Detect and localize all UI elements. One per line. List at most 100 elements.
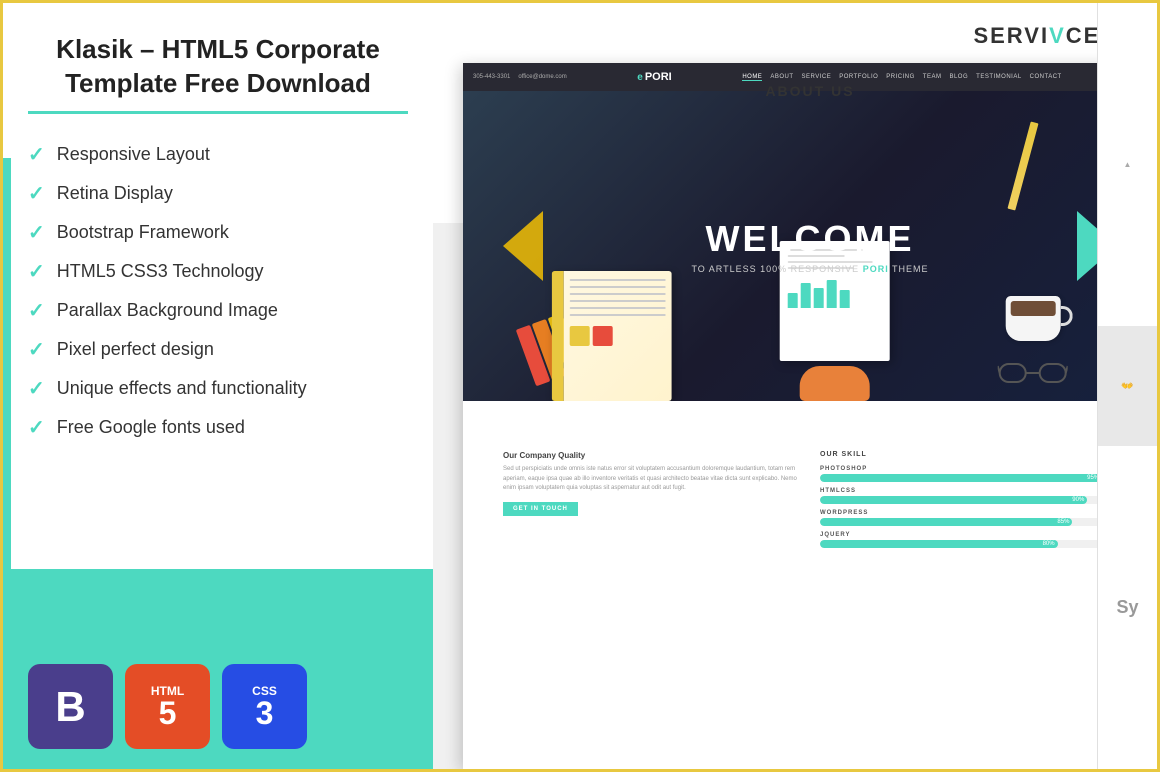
feature-label: Responsive Layout bbox=[57, 144, 210, 165]
coffee-handle bbox=[1061, 306, 1073, 326]
skill-bar-fill: 85% bbox=[820, 518, 1072, 526]
notebook-line bbox=[570, 286, 666, 288]
check-icon: ✓ bbox=[28, 376, 45, 401]
doc-chart bbox=[788, 278, 882, 308]
list-item: ✓ HTML5 CSS3 Technology bbox=[28, 259, 408, 284]
badges-row: B HTML 5 CSS 3 bbox=[28, 664, 408, 749]
feature-label: Unique effects and functionality bbox=[57, 378, 307, 399]
check-icon: ✓ bbox=[28, 220, 45, 245]
skill-label: PHOTOSHOP bbox=[820, 466, 1117, 472]
hero-subtitle: TO ARTLESS 100% RESPONSIVE PORI THEME bbox=[691, 264, 928, 274]
skill-row-wordpress: WORDPRESS 85% bbox=[820, 510, 1117, 526]
feature-label: Bootstrap Framework bbox=[57, 222, 229, 243]
check-icon: ✓ bbox=[28, 337, 45, 362]
hand-illustration bbox=[800, 366, 870, 401]
coffee-liquid bbox=[1011, 301, 1056, 316]
notebook-line bbox=[570, 300, 666, 302]
list-item: ✓ Free Google fonts used bbox=[28, 415, 408, 440]
check-icon: ✓ bbox=[28, 142, 45, 167]
page-container: Klasik – HTML5 Corporate Template Free D… bbox=[3, 3, 1157, 769]
coffee-illustration bbox=[998, 296, 1068, 391]
notebook-illustration bbox=[552, 271, 672, 401]
skill-bar-fill: 80% bbox=[820, 540, 1058, 548]
skill-bar-fill: 90% bbox=[820, 496, 1087, 504]
notebook-line bbox=[570, 293, 666, 295]
skill-label: WORDPRESS bbox=[820, 510, 1117, 516]
check-icon: ✓ bbox=[28, 298, 45, 323]
skill-bar: 85% bbox=[820, 518, 1117, 526]
right-edge-symbol: Sy bbox=[1098, 446, 1157, 769]
skill-bar-fill: 95% bbox=[820, 474, 1102, 482]
about-left-column: Our Company Quality Sed ut perspiciatis … bbox=[503, 451, 800, 554]
list-item: ✓ Bootstrap Framework bbox=[28, 220, 408, 245]
css-num: 3 bbox=[256, 697, 274, 729]
notebook-line bbox=[570, 314, 666, 316]
skill-label: HTMLCSS bbox=[820, 488, 1117, 494]
css3-badge: CSS 3 bbox=[222, 664, 307, 749]
list-item: ✓ Retina Display bbox=[28, 181, 408, 206]
services-title-accent: V bbox=[1049, 23, 1066, 48]
chart-bar bbox=[801, 283, 811, 308]
right-edge-text: ▲ bbox=[1123, 160, 1132, 169]
page-title: Klasik – HTML5 Corporate Template Free D… bbox=[28, 33, 408, 114]
list-item: ✓ Parallax Background Image bbox=[28, 298, 408, 323]
about-section: ABOUT US Our Company Quality Sed ut pers… bbox=[463, 401, 1157, 579]
hero-section: WELCOME TO ARTLESS 100% RESPONSIVE PORI … bbox=[463, 91, 1157, 401]
skill-label: JQUERY bbox=[820, 532, 1117, 538]
hero-content: WELCOME TO ARTLESS 100% RESPONSIVE PORI … bbox=[691, 218, 928, 274]
skill-bar: 90% bbox=[820, 496, 1117, 504]
notebook-decorations bbox=[570, 326, 666, 346]
skill-percent: 80% bbox=[1043, 540, 1058, 548]
left-panel: Klasik – HTML5 Corporate Template Free D… bbox=[3, 3, 433, 769]
hero-brand: PORI bbox=[863, 264, 889, 274]
feature-label: Pixel perfect design bbox=[57, 339, 214, 360]
decoration bbox=[570, 326, 590, 346]
feature-label: Parallax Background Image bbox=[57, 300, 278, 321]
chart-bar bbox=[827, 280, 837, 308]
about-company-title: Our Company Quality bbox=[503, 451, 800, 460]
about-content: Our Company Quality Sed ut perspiciatis … bbox=[483, 416, 1137, 564]
chart-bar bbox=[814, 288, 824, 308]
symbol-text: Sy bbox=[1116, 597, 1138, 618]
check-icon: ✓ bbox=[28, 181, 45, 206]
skill-percent: 85% bbox=[1057, 518, 1072, 526]
hero-title: WELCOME bbox=[691, 218, 928, 260]
our-skill-title: OUR SKILL bbox=[820, 451, 1117, 458]
html5-badge: HTML 5 bbox=[125, 664, 210, 749]
skill-bar: 80% bbox=[820, 540, 1117, 548]
notebook-lines bbox=[570, 279, 666, 316]
list-item: ✓ Pixel perfect design bbox=[28, 337, 408, 362]
skill-bar: 95% bbox=[820, 474, 1117, 482]
skill-row-htmlcss: HTMLCSS 90% bbox=[820, 488, 1117, 504]
teal-accent-bar bbox=[3, 158, 11, 608]
skill-row-photoshop: PHOTOSHOP 95% bbox=[820, 466, 1117, 482]
get-in-touch-button[interactable]: GET IN TOUCH bbox=[503, 502, 578, 516]
notebook-line bbox=[570, 307, 666, 309]
list-item: ✓ Responsive Layout bbox=[28, 142, 408, 167]
skill-percent: 90% bbox=[1072, 496, 1087, 504]
pencil-decoration bbox=[1007, 121, 1038, 210]
about-right-column: OUR SKILL PHOTOSHOP 95% HTMLCSS bbox=[820, 451, 1117, 554]
skill-row-jquery: JQUERY 80% bbox=[820, 532, 1117, 548]
about-title-container: ABOUT US bbox=[463, 63, 1157, 104]
glasses-illustration bbox=[998, 356, 1068, 391]
right-panel: SERVIVCES GRAPHICS bbox=[433, 3, 1157, 769]
feature-label: HTML5 CSS3 Technology bbox=[57, 261, 264, 282]
feature-label: Free Google fonts used bbox=[57, 417, 245, 438]
decoration bbox=[593, 326, 613, 346]
website-mockup: 305-443-3301 office@dome.com e PORI HOME… bbox=[463, 63, 1157, 769]
notebook-line bbox=[570, 279, 666, 281]
right-edge-hands-img: 👐 bbox=[1121, 381, 1133, 392]
html-num: 5 bbox=[159, 697, 177, 729]
coffee-cup bbox=[1006, 296, 1061, 341]
bootstrap-badge: B bbox=[28, 664, 113, 749]
about-text: Sed ut perspiciatis unde omnis iste natu… bbox=[503, 465, 800, 494]
right-edge-panel: ▲ 👐 Sy bbox=[1097, 3, 1157, 769]
check-icon: ✓ bbox=[28, 415, 45, 440]
about-section-title: ABOUT US bbox=[463, 73, 1157, 104]
feature-label: Retina Display bbox=[57, 183, 173, 204]
list-item: ✓ Unique effects and functionality bbox=[28, 376, 408, 401]
chart-bar bbox=[840, 290, 850, 308]
right-edge-hands: 👐 bbox=[1098, 326, 1157, 446]
features-list: ✓ Responsive Layout ✓ Retina Display ✓ B… bbox=[28, 142, 408, 624]
